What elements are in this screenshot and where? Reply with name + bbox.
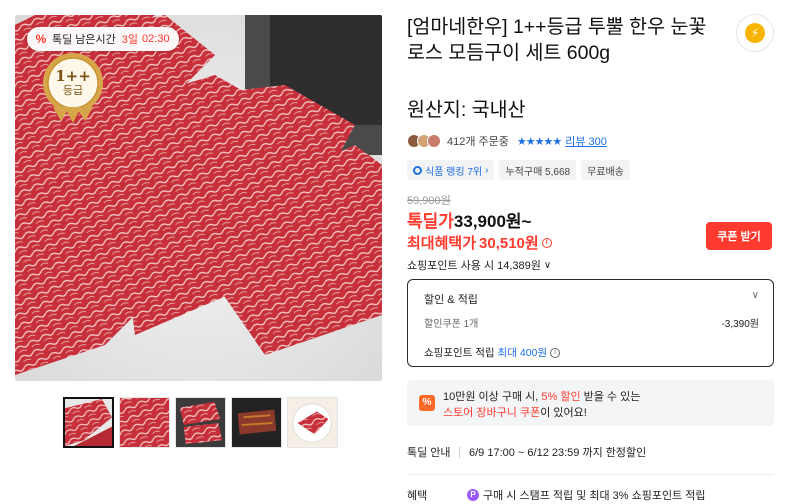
product-chips: 식품 랭킹 7위 › 누적구매 5,668 무료배송 [407, 160, 630, 180]
benefit-row: 혜택 P 구매 시 스탬프 적립 및 최대 3% 쇼핑포인트 적립 [407, 487, 706, 503]
benefit-header: 할인 & 적립 [424, 294, 478, 306]
max-benefit-label: 최대혜택가 [407, 235, 477, 252]
divider [459, 446, 460, 458]
ranking-icon [413, 165, 422, 175]
coupon-value: -3,390원 [721, 319, 759, 330]
deal-info-text: 6/9 17:00 ~ 6/12 23:59 까지 한정할인 [469, 447, 647, 459]
grade-medal-label: 1++ 등급 [55, 67, 91, 97]
thumbnail-4[interactable] [231, 397, 282, 448]
timer-time: 02:30 [142, 33, 170, 45]
deal-timer-badge: % 톡딜 남은시간 3일 02:30 [27, 27, 179, 51]
product-origin: 원산지: 국내산 [407, 99, 526, 121]
cart-coupon-promo[interactable]: % 10만원 이상 구매 시, 5% 할인 받을 수 있는 스토어 장바구니 쿠… [407, 380, 774, 426]
reviews-row: 412개 주문중 ★★★★★ 리뷰 300 [407, 133, 607, 149]
max-benefit-row: 최대혜택가 30,510원 i [407, 232, 552, 253]
review-link[interactable]: 리뷰 300 [565, 133, 607, 149]
info-icon[interactable]: i [550, 347, 561, 358]
thumbnail-2[interactable] [119, 397, 170, 448]
brand-store-badge[interactable]: ⚡ [736, 14, 774, 52]
discount-benefit-panel: 할인 & 적립 ∨ 할인쿠폰 1개 -3,390원 쇼핑포인트 적립 최대 40… [407, 279, 774, 367]
deal-info-row: 톡딜 안내 6/9 17:00 ~ 6/12 23:59 까지 한정할인 [407, 444, 646, 460]
original-price: 59,900원 [407, 195, 451, 207]
thumbnail-1[interactable] [63, 397, 114, 448]
coupon-label: 할인쿠폰 1개 [424, 319, 479, 330]
point-use-toggle[interactable]: 쇼핑포인트 사용 시 14,389원 ∨ [407, 257, 551, 273]
free-shipping-chip: 무료배송 [581, 160, 630, 180]
benefit-text: 구매 시 스탬프 적립 및 최대 3% 쇼핑포인트 적립 [483, 490, 706, 502]
info-icon[interactable]: i [541, 237, 552, 248]
timer-days: 3일 [121, 34, 139, 46]
product-title: [엄마네한우] 1++등급 투뿔 한우 눈꽃로스 모듬구이 세트 600g [407, 16, 707, 64]
coupon-button[interactable]: 쿠폰 받기 [706, 222, 772, 250]
rating-stars: ★★★★★ [516, 135, 562, 148]
max-benefit-price: 30,510원 [479, 235, 539, 252]
buyer-avatars [407, 134, 443, 148]
cumulative-purchase-chip: 누적구매 5,668 [499, 160, 577, 180]
point-earn-row: 쇼핑포인트 적립 최대 400원 i [424, 345, 561, 360]
deal-info-label: 톡딜 안내 [407, 447, 451, 459]
timer-label: 톡딜 남은시간 [52, 34, 116, 46]
chevron-down-icon[interactable]: ∨ [752, 290, 759, 301]
benefit-label: 혜택 [407, 490, 428, 502]
point-use-text: 쇼핑포인트 사용 시 14,389원 [407, 260, 541, 272]
deal-price: 33,900원~ [453, 212, 532, 231]
point-icon: P [467, 489, 479, 501]
chevron-right-icon: › [485, 164, 489, 176]
top-partial-text [726, 0, 788, 5]
coupon-percent-icon: % [419, 395, 435, 411]
thumbnail-5[interactable] [287, 397, 338, 448]
thumbnail-3[interactable] [175, 397, 226, 448]
deal-price-label: 톡딜가 [407, 212, 454, 231]
deal-price-row: 톡딜가 33,900원~ [407, 207, 532, 232]
lightning-icon: ⚡ [745, 23, 765, 43]
thumbnail-strip [63, 397, 338, 448]
ranking-chip[interactable]: 식품 랭킹 7위 › [407, 160, 495, 180]
section-divider [407, 474, 774, 475]
chevron-down-icon: ∨ [543, 259, 552, 271]
percent-icon: % [35, 32, 47, 46]
order-count: 412개 주문중 [447, 136, 509, 148]
